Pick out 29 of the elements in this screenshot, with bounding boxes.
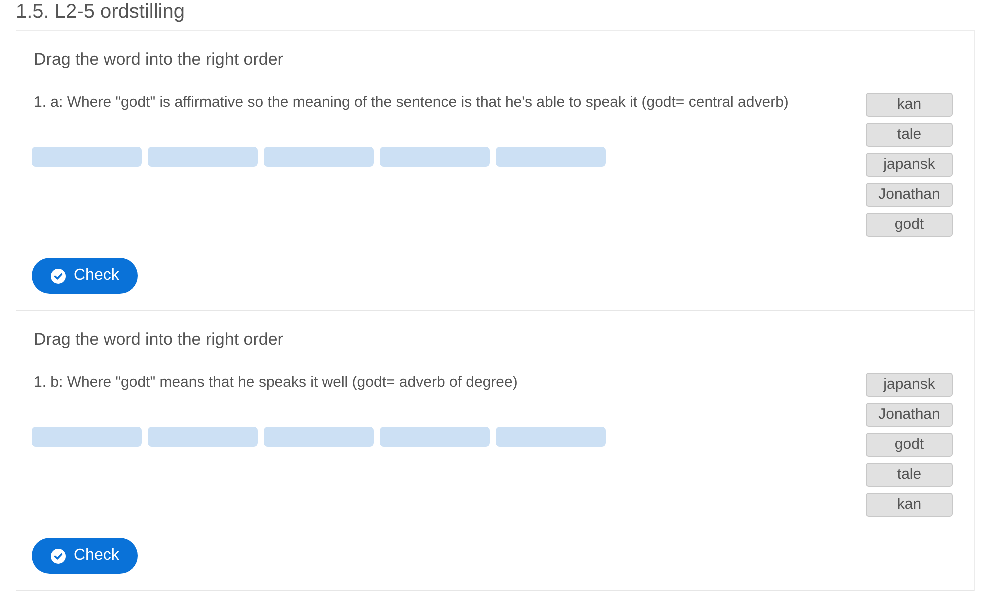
word-tile[interactable]: tale xyxy=(866,463,953,487)
check-button[interactable]: Check xyxy=(32,258,138,294)
drop-slot[interactable] xyxy=(496,427,606,447)
drop-slot[interactable] xyxy=(148,147,258,167)
drop-slot[interactable] xyxy=(32,427,142,447)
drop-slot[interactable] xyxy=(264,427,374,447)
instruction-text: Drag the word into the right order xyxy=(34,329,284,351)
word-tile[interactable]: japansk xyxy=(866,153,953,177)
drop-slot[interactable] xyxy=(380,147,490,167)
question-text: 1. a: Where "godt" is affirmative so the meaning of the sentence is that he's able to speak it (godt= central adverb) xyxy=(34,93,790,113)
drop-slot[interactable] xyxy=(148,427,258,447)
drop-slot[interactable] xyxy=(264,147,374,167)
word-tile[interactable]: japansk xyxy=(866,373,953,397)
word-tile[interactable]: kan xyxy=(866,493,953,517)
word-tile[interactable]: Jonathan xyxy=(866,183,953,207)
question-text: 1. b: Where "godt" means that he speaks it well (godt= adverb of degree) xyxy=(34,373,519,393)
check-circle-icon xyxy=(51,268,66,284)
instruction-text: Drag the word into the right order xyxy=(34,49,284,71)
page-title: 1.5. L2-5 ordstilling xyxy=(16,0,186,24)
drop-slot[interactable] xyxy=(496,147,606,167)
check-button[interactable]: Check xyxy=(32,538,138,574)
word-tile[interactable]: godt xyxy=(866,433,953,457)
word-tile[interactable]: tale xyxy=(866,123,953,147)
word-tile[interactable]: kan xyxy=(866,93,953,117)
word-tile[interactable]: Jonathan xyxy=(866,403,953,427)
check-circle-icon xyxy=(51,548,66,564)
drop-slot[interactable] xyxy=(380,427,490,447)
drop-slot[interactable] xyxy=(32,147,142,167)
word-tile[interactable]: godt xyxy=(866,213,953,237)
